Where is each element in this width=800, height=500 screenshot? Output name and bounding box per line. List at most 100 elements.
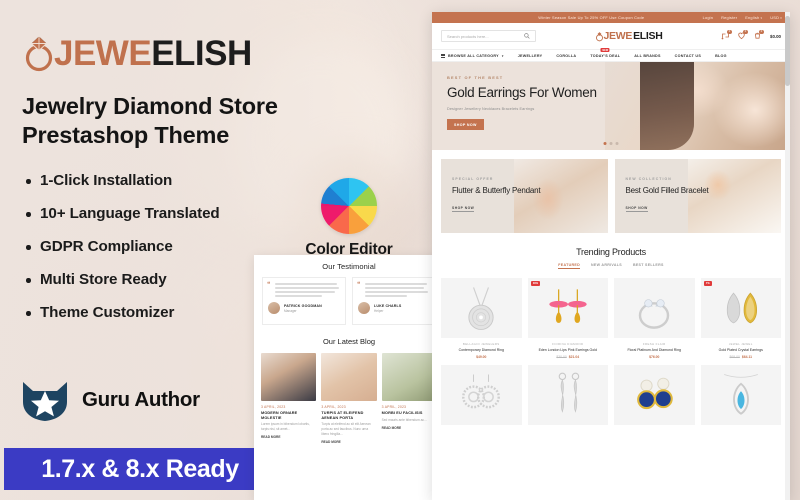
promo-message: Winter Season Sale Up To 25% OFF Use Cou…: [538, 15, 645, 20]
trending-header: Trending Products FEATURED NEW ARRIVALS …: [432, 233, 790, 269]
blog-title: Our Latest Blog: [322, 337, 376, 346]
tab-new-arrivals[interactable]: NEW ARRIVALS: [591, 263, 622, 269]
search-icon[interactable]: [524, 33, 530, 39]
product-card[interactable]: [614, 364, 695, 431]
product-card[interactable]: BELLAGIO JEWELERS Contemporary Diamond R…: [441, 278, 522, 359]
product-image: [614, 364, 695, 425]
blog-date: 3 APRIL, 2023: [261, 405, 286, 409]
version-banner-label: 1.7.x & 8.x Ready: [41, 454, 239, 483]
product-card[interactable]: [700, 364, 781, 431]
product-name: Gold Plated Crystal Earrings: [718, 348, 763, 352]
cart-amount: $0.00: [770, 33, 781, 39]
product-card[interactable]: [527, 364, 608, 431]
testimonial-author-role: Helper: [374, 308, 384, 313]
nav-item-corolla[interactable]: COROLLA: [556, 54, 576, 58]
product-card[interactable]: 7% JEWEL JEWEL Gold Plated Crystal Earri…: [700, 278, 781, 359]
search-input[interactable]: Search products here...: [441, 30, 536, 42]
read-more-link[interactable]: READ MORE: [261, 435, 316, 439]
read-more-link[interactable]: READ MORE: [382, 426, 437, 430]
testimonial-card-list: ❝ PATRICK GOODMAN Manager ❝ LUKE CHARLS …: [254, 277, 444, 325]
list-item[interactable]: 3 APRIL, 2023 MORBI EU FACILISIS Sed mau…: [381, 353, 437, 444]
list-item[interactable]: 3 APRIL, 2023 MODERN ORNARE MOLESTIE Lor…: [261, 353, 317, 444]
chevron-down-icon: ▾: [779, 16, 782, 20]
hero-carousel-dots[interactable]: [603, 142, 619, 145]
tab-best-sellers[interactable]: BEST SELLERS: [633, 263, 664, 269]
blog-post-title: TURPIS AT ELEIFEND AENEAN PORTA: [321, 411, 364, 420]
diamond-ring-icon: [595, 31, 604, 42]
product-brand: FRESH FLAIR: [642, 342, 666, 346]
quote-icon: ❝: [267, 282, 271, 288]
promo-card-pendant[interactable]: SPECIAL OFFER Flutter & Butterfly Pendan…: [441, 159, 608, 233]
scrollbar[interactable]: [785, 12, 790, 500]
discount-badge: 30%: [530, 281, 541, 286]
wishlist-count-badge: 0: [743, 30, 748, 34]
trending-title: Trending Products: [576, 247, 646, 257]
promo-card-shop-now-link[interactable]: SHOP NOW: [452, 206, 475, 213]
read-more-link[interactable]: READ MORE: [321, 440, 376, 444]
nav-item-all-brands[interactable]: ALL BRANDS: [634, 54, 660, 58]
register-link[interactable]: Register: [721, 15, 737, 20]
tab-featured[interactable]: FEATURED: [558, 263, 580, 269]
guru-author-label: Guru Author: [82, 388, 200, 411]
hero-content: BEST OF THE BEST Gold Earrings For Women…: [432, 62, 612, 131]
product-card[interactable]: 30% FIORINA DIAMOND Eden London Lips Pin…: [527, 278, 609, 359]
nav-item-blog[interactable]: BLOG: [715, 54, 727, 58]
product-image: [700, 364, 781, 425]
nav-item-jewellery[interactable]: JEWELLERY: [518, 54, 543, 58]
chevron-down-icon: ▾: [759, 16, 763, 20]
product-price: $76.00: [649, 354, 660, 359]
promo-card-title: Best Gold Filled Bracelet: [625, 186, 709, 195]
product-card[interactable]: FRESH FLAIR Floral Platinum And Diamond …: [614, 278, 695, 359]
blog-post-list: 3 APRIL, 2023 MODERN ORNARE MOLESTIE Lor…: [254, 353, 444, 444]
product-price: $30.00 $21.04: [528, 355, 609, 359]
browse-all-category-button[interactable]: BROWSE ALL CATEGORY ▾: [441, 53, 504, 58]
product-old-price: $30.00: [556, 354, 567, 359]
promo-bar-links: Login Register English ▾ USD ▾: [703, 15, 782, 20]
product-image: [441, 278, 522, 338]
login-link[interactable]: Login: [703, 15, 714, 20]
blog-excerpt: Turpis at eleifend ac sit elit Aenean po…: [321, 422, 371, 437]
promo-card-bracelet[interactable]: NEW COLLECTION Best Gold Filled Bracelet…: [614, 159, 781, 233]
currency-selector[interactable]: USD ▾: [770, 15, 782, 20]
blog-post-title: MORBI EU FACILISIS: [381, 411, 423, 415]
compare-count-badge: 0: [727, 30, 732, 34]
cart-count-badge: 0: [759, 30, 764, 34]
promo-card-content: NEW COLLECTION Best Gold Filled Bracelet…: [615, 159, 715, 214]
headline-line-1: Jewelry Diamond Store: [22, 93, 278, 119]
currency-label: USD: [770, 15, 780, 20]
testimonial-card: ❝ LUKE CHARLS Helper: [352, 277, 436, 325]
testimonial-text: [275, 283, 340, 297]
cart-icon[interactable]: 0: [753, 30, 764, 41]
compare-icon[interactable]: 0: [721, 30, 732, 41]
nav-item-contact-us[interactable]: CONTACT US: [675, 54, 701, 58]
page-title: Jewelry Diamond Store Prestashop Theme: [22, 92, 440, 150]
site-logo-dark: ELISH: [633, 30, 663, 42]
guru-author-badge: Guru Author: [20, 378, 200, 422]
product-price: $49.00: [476, 354, 487, 359]
product-sale-price: $64.11: [741, 354, 753, 359]
testimonial-author: PATRICK GOODMAN Manager: [268, 301, 340, 314]
testimonial-blog-mockup: Our Testimonial ❝ PATRICK GOODMAN Manage…: [254, 255, 444, 500]
product-info: FRESH FLAIR Floral Platinum And Diamond …: [614, 338, 695, 359]
product-card[interactable]: [441, 364, 522, 431]
wishlist-heart-icon[interactable]: 0: [737, 30, 748, 41]
guru-cat-shield-icon: [20, 378, 70, 422]
list-item[interactable]: 3 APRIL, 2023 TURPIS AT ELEIFEND AENEAN …: [321, 353, 377, 444]
new-badge: NEW: [600, 48, 610, 53]
language-selector[interactable]: English ▾: [745, 15, 762, 20]
product-info: [614, 425, 695, 429]
promo-card-shop-now-link[interactable]: SHOP NOW: [625, 206, 648, 213]
nav-item-todays-deal[interactable]: NEW TODAY'S DEAL: [590, 48, 620, 58]
site-logo[interactable]: JEWE ELISH: [536, 30, 721, 42]
hero-model-hair: [640, 62, 694, 150]
scrollbar-thumb[interactable]: [785, 16, 790, 86]
hero-title: Gold Earrings For Women: [447, 85, 597, 100]
blog-excerpt: Sed mauris ante bibendum ac...: [381, 417, 427, 422]
search-placeholder: Search products here...: [447, 33, 489, 39]
hero-shop-now-button[interactable]: SHOP NOW: [447, 119, 484, 131]
blog-post-title: MODERN ORNARE MOLESTIE: [261, 411, 298, 420]
avatar: [268, 301, 280, 314]
blog-date: 3 APRIL, 2023: [381, 405, 407, 409]
blog-date: 3 APRIL, 2023: [321, 405, 346, 409]
promo-card-title: Flutter & Butterfly Pendant: [452, 186, 541, 195]
